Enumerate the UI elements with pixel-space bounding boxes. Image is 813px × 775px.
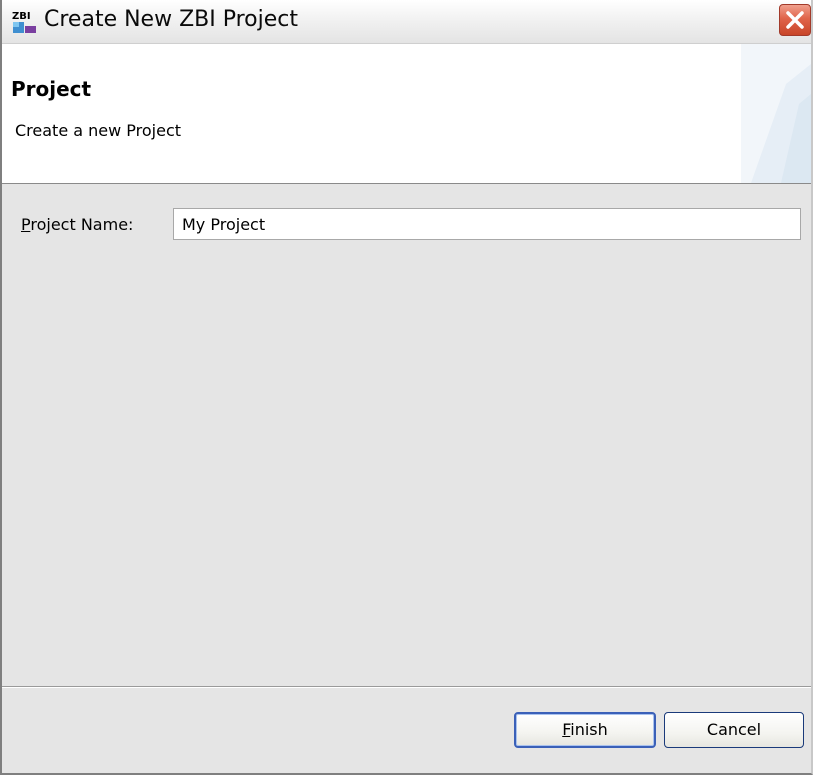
project-name-label: Project Name: — [21, 215, 133, 234]
close-button[interactable] — [779, 4, 811, 36]
finish-label: inish — [570, 720, 608, 739]
wizard-header: Project Create a new Project — [2, 44, 811, 184]
footer-separator — [2, 686, 811, 688]
zbi-app-icon: ZBI — [12, 11, 36, 33]
project-name-label-text: roject Name: — [30, 215, 134, 234]
finish-button[interactable]: Finish — [514, 712, 656, 748]
cancel-button[interactable]: Cancel — [664, 712, 804, 748]
window-title: Create New ZBI Project — [44, 7, 298, 32]
close-icon — [786, 11, 804, 29]
app-icon-label: ZBI — [12, 11, 31, 22]
form-area: Project Name: — [2, 184, 811, 684]
project-name-input[interactable] — [173, 208, 801, 240]
title-bar[interactable]: ZBI Create New ZBI Project — [2, 0, 811, 44]
header-decoration — [741, 44, 811, 183]
page-description: Create a new Project — [15, 121, 182, 140]
page-title: Project — [11, 77, 92, 101]
dialog-window: ZBI Create New ZBI Project Project Creat… — [0, 0, 813, 775]
project-name-label-mnemonic: P — [21, 215, 31, 234]
